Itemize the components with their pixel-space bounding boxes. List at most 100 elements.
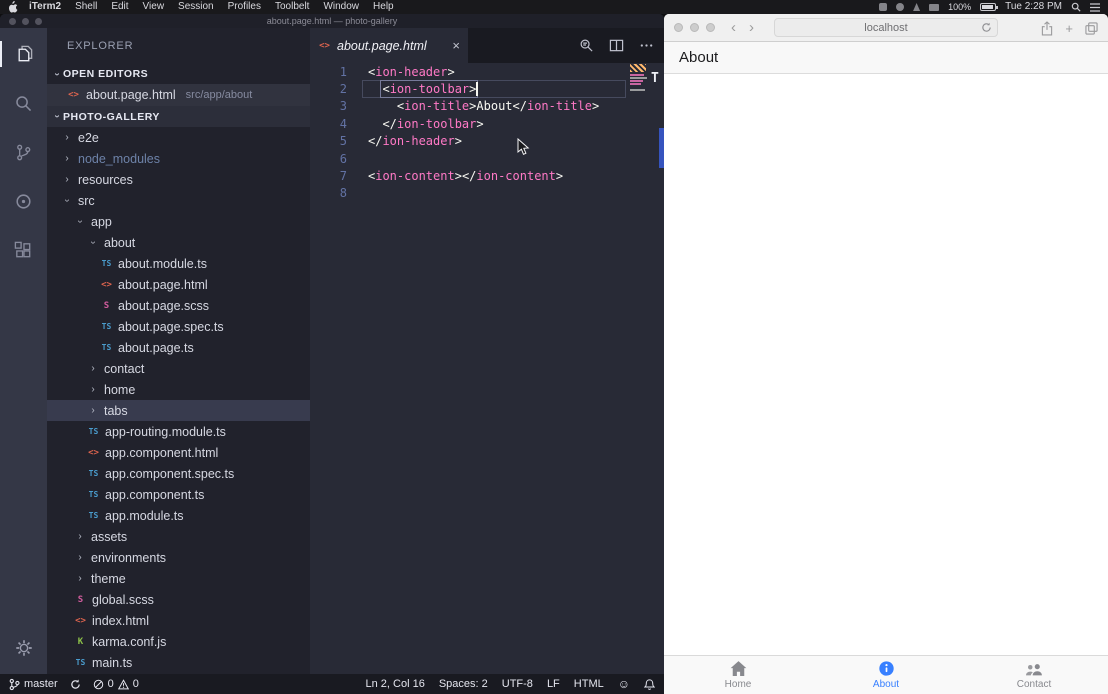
tree-folder-node_modules[interactable]: ›node_modules [47,148,310,169]
safari-window-controls[interactable] [664,23,715,32]
menubar-extra-icon[interactable] [929,4,939,11]
back-icon[interactable]: ‹ [731,20,736,35]
tree-file-about.page.html[interactable]: <>about.page.html [47,274,310,295]
minimize-window-icon[interactable] [22,18,29,25]
tree-folder-theme[interactable]: ›theme [47,568,310,589]
tree-file-global.scss[interactable]: Sglobal.scss [47,589,310,610]
tree-file-app.module.ts[interactable]: TSapp.module.ts [47,505,310,526]
split-editor-icon[interactable] [609,38,624,53]
zoom-window-icon[interactable] [35,18,42,25]
extensions-icon[interactable] [12,238,36,262]
encoding-setting[interactable]: UTF-8 [502,678,533,690]
tree-folder-app[interactable]: ›app [47,211,310,232]
code-line-8[interactable]: 8 [310,185,664,202]
open-editors-header[interactable]: › OPEN EDITORS [47,64,310,84]
tree-file-about.page.spec.ts[interactable]: TSabout.page.spec.ts [47,316,310,337]
menubar-extra-icon[interactable] [913,3,920,11]
menu-view[interactable]: View [136,0,172,14]
address-bar[interactable]: localhost [774,18,998,37]
tree-folder-tabs[interactable]: ›tabs [47,400,310,421]
language-mode[interactable]: HTML [574,678,604,690]
search-icon[interactable] [12,91,36,115]
source-control-icon[interactable] [12,140,36,164]
tree-folder-resources[interactable]: ›resources [47,169,310,190]
apple-menu-icon[interactable] [8,1,18,13]
explorer-icon[interactable] [12,42,36,66]
menubar-extra-icon[interactable] [879,3,887,11]
menu-toolbelt[interactable]: Toolbelt [268,0,316,14]
code-line-4[interactable]: 4 </ion-toolbar> [310,115,664,132]
indentation-setting[interactable]: Spaces: 2 [439,678,488,690]
problems-indicator[interactable]: 0 0 [93,678,139,690]
tab-about[interactable]: About [812,656,960,694]
forward-icon[interactable]: › [749,20,754,35]
info-icon [878,660,895,677]
settings-gear-icon[interactable] [12,636,36,660]
close-tab-icon[interactable]: × [452,39,460,52]
code-line-7[interactable]: 7<ion-content></ion-content> [310,167,664,184]
vscode-window-controls[interactable] [9,18,42,25]
code-line-5[interactable]: 5</ion-header> [310,133,664,150]
more-actions-icon[interactable] [639,38,654,53]
tab-contact[interactable]: Contact [960,656,1108,694]
tree-item-label: app-routing.module.ts [103,425,226,439]
zoom-window-icon[interactable] [706,23,715,32]
debug-icon[interactable] [12,189,36,213]
cursor-position[interactable]: Ln 2, Col 16 [366,678,425,690]
tab-overview-icon[interactable] [1085,22,1098,35]
git-branch-indicator[interactable]: master [9,678,58,691]
menu-window[interactable]: Window [316,0,366,14]
tree-folder-environments[interactable]: ›environments [47,547,310,568]
tree-file-about.page.scss[interactable]: Sabout.page.scss [47,295,310,316]
menubar-extra-icon[interactable] [896,3,904,11]
close-window-icon[interactable] [674,23,683,32]
tab-home[interactable]: Home [664,656,812,694]
share-icon[interactable] [1041,21,1053,36]
project-root-header[interactable]: › PHOTO-GALLERY [47,106,310,127]
tree-file-index.html[interactable]: <>index.html [47,610,310,631]
tree-file-about.module.ts[interactable]: TSabout.module.ts [47,253,310,274]
menu-profiles[interactable]: Profiles [221,0,268,14]
tree-file-app.component.ts[interactable]: TSapp.component.ts [47,484,310,505]
minimize-window-icon[interactable] [690,23,699,32]
tree-file-about.page.ts[interactable]: TSabout.page.ts [47,337,310,358]
tree-file-app-routing.module.ts[interactable]: TSapp-routing.module.ts [47,421,310,442]
tree-file-main.ts[interactable]: TSmain.ts [47,652,310,673]
scss-file-icon: S [100,301,113,311]
open-editor-path: src/app/about [186,89,253,101]
close-window-icon[interactable] [9,18,16,25]
tree-file-app.component.spec.ts[interactable]: TSapp.component.spec.ts [47,463,310,484]
tree-folder-src[interactable]: ›src [47,190,310,211]
tree-folder-assets[interactable]: ›assets [47,526,310,547]
menubar-clock[interactable]: Tue 2:28 PM [1005,0,1062,14]
notification-center-icon[interactable] [1090,3,1100,12]
tree-file-app.component.html[interactable]: <>app.component.html [47,442,310,463]
code-editor[interactable]: 1<ion-header>2 <ion-toolbar>3 <ion-title… [310,63,664,674]
spotlight-icon[interactable] [1071,2,1081,12]
code-line-6[interactable]: 6 [310,150,664,167]
tree-folder-e2e[interactable]: ›e2e [47,127,310,148]
sync-icon[interactable] [70,679,81,690]
tree-file-karma.conf.js[interactable]: Kkarma.conf.js [47,631,310,652]
eol-setting[interactable]: LF [547,678,560,690]
menu-session[interactable]: Session [171,0,221,14]
tab-about-page-html[interactable]: <> about.page.html × [310,28,468,63]
feedback-smiley-icon[interactable]: ☺ [618,678,630,690]
code-line-1[interactable]: 1<ion-header> [310,63,664,80]
menu-shell[interactable]: Shell [68,0,104,14]
open-editor-item[interactable]: <> about.page.html src/app/about [47,84,310,106]
tree-folder-home[interactable]: ›home [47,379,310,400]
menu-edit[interactable]: Edit [104,0,135,14]
code-line-3[interactable]: 3 <ion-title>About</ion-title> [310,98,664,115]
vscode-titlebar[interactable]: about.page.html — photo-gallery [0,14,664,28]
find-in-file-icon[interactable] [579,38,594,53]
safari-toolbar[interactable]: ‹ › localhost + [664,14,1108,42]
menu-iterm2[interactable]: iTerm2 [22,0,68,14]
tree-folder-contact[interactable]: ›contact [47,358,310,379]
code-line-2[interactable]: 2 <ion-toolbar> [310,80,664,97]
tree-folder-about[interactable]: ›about [47,232,310,253]
reload-icon[interactable] [981,22,992,33]
notifications-bell-icon[interactable] [644,678,655,691]
menu-help[interactable]: Help [366,0,401,14]
new-tab-icon[interactable]: + [1065,22,1073,35]
